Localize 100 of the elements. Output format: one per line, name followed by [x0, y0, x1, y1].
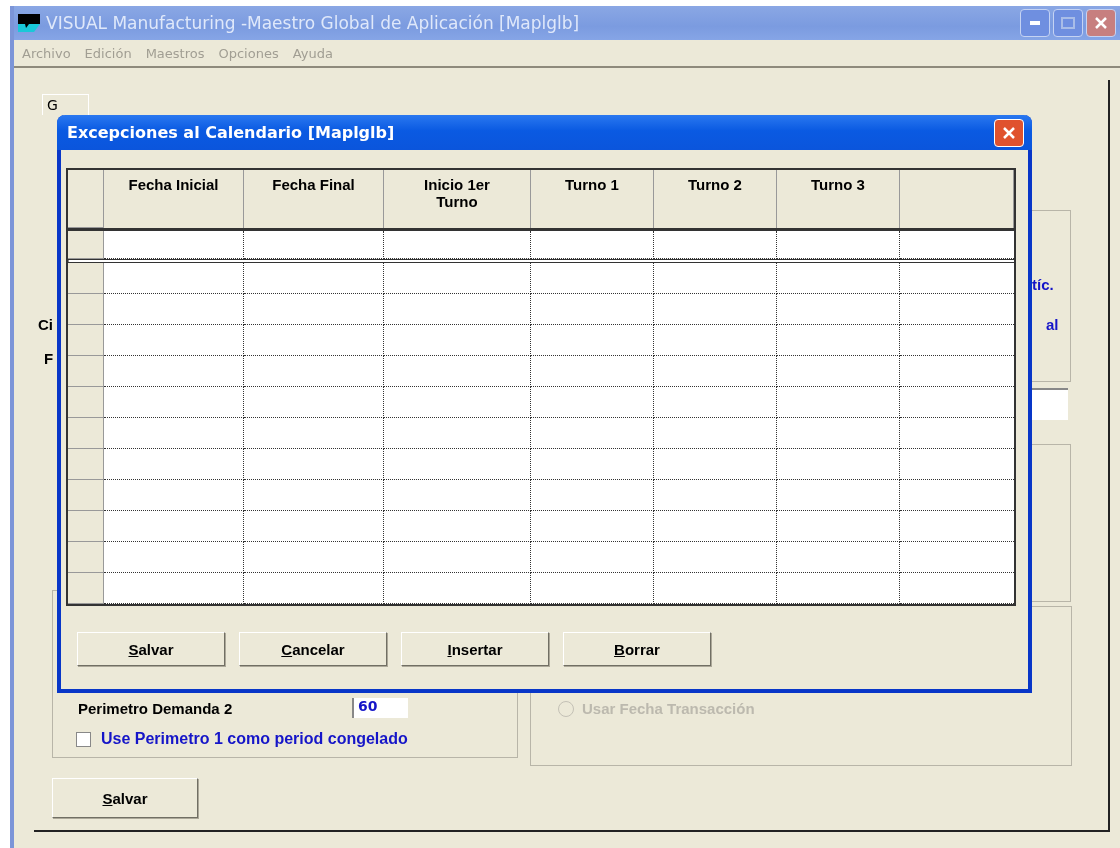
- maximize-icon: [1061, 17, 1075, 29]
- column-header[interactable]: Inicio 1er Turno: [384, 170, 531, 228]
- table-cell[interactable]: [384, 294, 531, 325]
- table-cell[interactable]: [384, 263, 531, 294]
- column-header[interactable]: Turno 1: [531, 170, 654, 228]
- table-cell[interactable]: [244, 418, 384, 449]
- table-cell[interactable]: [244, 387, 384, 418]
- table-cell[interactable]: [104, 356, 244, 387]
- table-cell[interactable]: [531, 325, 654, 356]
- column-header[interactable]: Fecha Inicial: [104, 170, 244, 228]
- row-header: [68, 263, 104, 294]
- table-cell[interactable]: [104, 418, 244, 449]
- table-cell[interactable]: [777, 542, 900, 573]
- table-cell[interactable]: [104, 480, 244, 511]
- table-cell[interactable]: [244, 573, 384, 604]
- maximize-button[interactable]: [1053, 9, 1083, 37]
- table-cell[interactable]: [384, 231, 531, 259]
- table-cell[interactable]: [654, 480, 777, 511]
- table-cell[interactable]: [531, 449, 654, 480]
- column-header[interactable]: Turno 3: [777, 170, 900, 228]
- table-cell[interactable]: [654, 573, 777, 604]
- table-cell[interactable]: [654, 231, 777, 259]
- table-cell[interactable]: [777, 294, 900, 325]
- table-cell[interactable]: [104, 573, 244, 604]
- demand-field[interactable]: 60: [352, 698, 408, 718]
- close-icon: [1094, 16, 1108, 30]
- table-cell[interactable]: [777, 480, 900, 511]
- table-cell[interactable]: [384, 511, 531, 542]
- field-label: F: [44, 350, 54, 367]
- table-cell[interactable]: [777, 231, 900, 259]
- app-logo-icon: [18, 14, 40, 32]
- column-header[interactable]: Turno 2: [654, 170, 777, 228]
- minimize-button[interactable]: [1020, 9, 1050, 37]
- checkbox[interactable]: [76, 731, 91, 747]
- table-cell[interactable]: [244, 294, 384, 325]
- table-cell[interactable]: [777, 449, 900, 480]
- table-cell[interactable]: [384, 542, 531, 573]
- table-cell[interactable]: [654, 387, 777, 418]
- table-cell[interactable]: [244, 231, 384, 259]
- table-cell[interactable]: [384, 387, 531, 418]
- table-cell[interactable]: [384, 573, 531, 604]
- table-cell[interactable]: [104, 231, 244, 259]
- table-cell[interactable]: [104, 449, 244, 480]
- table-cell[interactable]: [104, 263, 244, 294]
- table-cell[interactable]: [244, 449, 384, 480]
- table-cell[interactable]: [777, 356, 900, 387]
- table-cell[interactable]: [531, 356, 654, 387]
- table-cell[interactable]: [531, 263, 654, 294]
- table-cell[interactable]: [531, 294, 654, 325]
- table-cell[interactable]: [654, 294, 777, 325]
- table-cell[interactable]: [654, 263, 777, 294]
- table-cell[interactable]: [531, 542, 654, 573]
- table-cell[interactable]: [384, 449, 531, 480]
- table-cell[interactable]: [777, 387, 900, 418]
- table-cell[interactable]: [244, 480, 384, 511]
- table-cell[interactable]: [777, 325, 900, 356]
- dialog-button[interactable]: Insertar: [401, 632, 549, 666]
- table-cell[interactable]: [654, 325, 777, 356]
- table-cell[interactable]: [384, 356, 531, 387]
- table-cell[interactable]: [654, 356, 777, 387]
- table-cell[interactable]: [104, 294, 244, 325]
- table-cell[interactable]: [244, 511, 384, 542]
- field-label: Ci: [38, 316, 53, 333]
- table-cell[interactable]: [531, 573, 654, 604]
- table-cell[interactable]: [104, 325, 244, 356]
- window-title: VISUAL Manufacturing -Maestro Global de Aplicación [Maplglb]: [46, 13, 581, 33]
- table-cell[interactable]: [531, 231, 654, 259]
- row-header: [68, 387, 104, 418]
- table-cell[interactable]: [531, 418, 654, 449]
- column-header[interactable]: Fecha Final: [244, 170, 384, 228]
- table-cell[interactable]: [654, 418, 777, 449]
- table-cell[interactable]: [244, 542, 384, 573]
- dialog-button[interactable]: Borrar: [563, 632, 711, 666]
- dialog-button[interactable]: Salvar: [77, 632, 225, 666]
- checkbox-label: Use Perimetro 1 como period congelado: [101, 730, 408, 748]
- table-cell[interactable]: [531, 480, 654, 511]
- table-cell[interactable]: [104, 511, 244, 542]
- save-button[interactable]: Salvar: [52, 778, 198, 818]
- table-cell[interactable]: [104, 542, 244, 573]
- table-cell[interactable]: [654, 542, 777, 573]
- table-cell[interactable]: [654, 449, 777, 480]
- table-cell[interactable]: [244, 263, 384, 294]
- table-cell[interactable]: [531, 511, 654, 542]
- table-cell[interactable]: [531, 387, 654, 418]
- table-cell[interactable]: [384, 480, 531, 511]
- table-cell[interactable]: [104, 387, 244, 418]
- close-icon: [1002, 125, 1016, 140]
- row-header: [68, 573, 104, 604]
- table-cell[interactable]: [244, 325, 384, 356]
- close-button[interactable]: [1086, 9, 1116, 37]
- table-cell[interactable]: [777, 418, 900, 449]
- table-cell[interactable]: [384, 325, 531, 356]
- table-cell[interactable]: [384, 418, 531, 449]
- minimize-icon: [1030, 21, 1040, 25]
- table-cell[interactable]: [777, 573, 900, 604]
- table-cell[interactable]: [244, 356, 384, 387]
- table-cell[interactable]: [777, 263, 900, 294]
- table-cell[interactable]: [654, 511, 777, 542]
- dialog-button[interactable]: Cancelar: [239, 632, 387, 666]
- table-cell[interactable]: [777, 511, 900, 542]
